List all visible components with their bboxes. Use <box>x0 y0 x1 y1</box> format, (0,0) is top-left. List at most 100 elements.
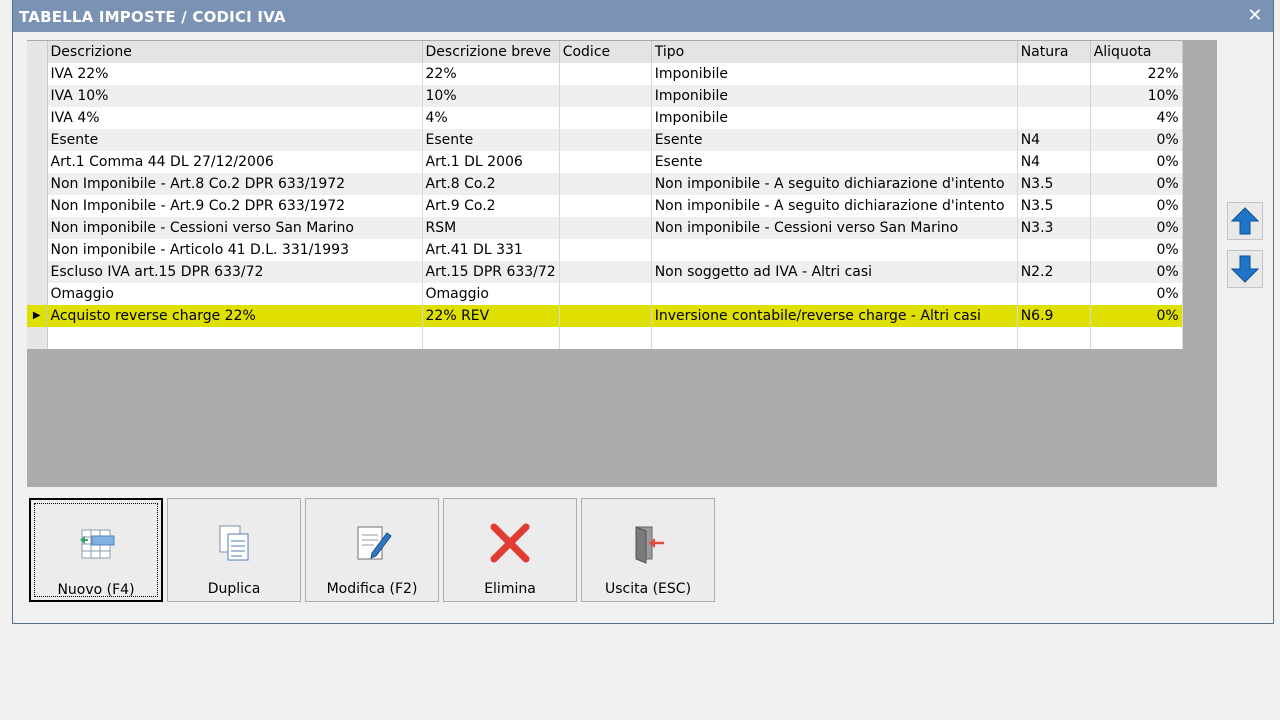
table-row[interactable]: IVA 4% 4% Imponibile 4% <box>27 107 1183 129</box>
cell-codice[interactable] <box>559 283 652 305</box>
cell-aliquota[interactable]: 0% <box>1090 305 1183 327</box>
cell-aliquota[interactable]: 10% <box>1090 85 1183 107</box>
table-row[interactable]: IVA 22% 22% Imponibile 22% <box>27 63 1183 85</box>
cell-descrizione-breve[interactable]: Art.41 DL 331 <box>422 239 560 261</box>
edit-button[interactable]: Modifica (F2) <box>305 498 439 602</box>
table-row[interactable] <box>27 327 1183 349</box>
cell-codice[interactable] <box>559 327 652 349</box>
row-selector[interactable] <box>27 85 48 107</box>
cell-aliquota[interactable]: 0% <box>1090 239 1183 261</box>
cell-descrizione-breve[interactable]: 22% REV <box>422 305 560 327</box>
cell-descrizione[interactable]: Omaggio <box>47 283 423 305</box>
cell-natura[interactable] <box>1017 85 1091 107</box>
row-selector[interactable] <box>27 195 48 217</box>
close-icon[interactable]: ✕ <box>1243 4 1267 28</box>
column-header-aliquota[interactable]: Aliquota <box>1090 41 1183 63</box>
cell-tipo[interactable] <box>651 283 1018 305</box>
table-row[interactable]: IVA 10% 10% Imponibile 10% <box>27 85 1183 107</box>
cell-descrizione[interactable]: Art.1 Comma 44 DL 27/12/2006 <box>47 151 423 173</box>
cell-descrizione-breve[interactable]: Art.15 DPR 633/72 <box>422 261 560 283</box>
cell-tipo[interactable]: Non imponibile - A seguito dichiarazione… <box>651 195 1018 217</box>
cell-descrizione[interactable]: IVA 22% <box>47 63 423 85</box>
cell-tipo[interactable] <box>651 327 1018 349</box>
row-selector[interactable] <box>27 261 48 283</box>
cell-codice[interactable] <box>559 151 652 173</box>
cell-descrizione-breve[interactable]: 10% <box>422 85 560 107</box>
row-selector[interactable] <box>27 173 48 195</box>
cell-natura[interactable]: N3.3 <box>1017 217 1091 239</box>
cell-descrizione-breve[interactable]: Art.8 Co.2 <box>422 173 560 195</box>
cell-tipo[interactable] <box>651 239 1018 261</box>
cell-descrizione[interactable] <box>47 327 423 349</box>
cell-descrizione[interactable]: IVA 4% <box>47 107 423 129</box>
cell-codice[interactable] <box>559 195 652 217</box>
row-selector[interactable]: ▶ <box>27 305 48 327</box>
column-header-descrizione-breve[interactable]: Descrizione breve <box>422 41 560 63</box>
cell-codice[interactable] <box>559 305 652 327</box>
cell-tipo[interactable]: Esente <box>651 151 1018 173</box>
cell-descrizione-breve[interactable]: Art.1 DL 2006 <box>422 151 560 173</box>
cell-descrizione-breve[interactable]: 4% <box>422 107 560 129</box>
cell-natura[interactable] <box>1017 63 1091 85</box>
cell-codice[interactable] <box>559 129 652 151</box>
cell-tipo[interactable]: Non imponibile - A seguito dichiarazione… <box>651 173 1018 195</box>
cell-descrizione[interactable]: Escluso IVA art.15 DPR 633/72 <box>47 261 423 283</box>
cell-descrizione[interactable]: Non Imponibile - Art.8 Co.2 DPR 633/1972 <box>47 173 423 195</box>
table-row[interactable]: Art.1 Comma 44 DL 27/12/2006 Art.1 DL 200… <box>27 151 1183 173</box>
cell-codice[interactable] <box>559 261 652 283</box>
new-button[interactable]: Nuovo (F4) <box>29 498 163 602</box>
cell-natura[interactable] <box>1017 107 1091 129</box>
cell-natura[interactable]: N3.5 <box>1017 173 1091 195</box>
table-row[interactable]: Escluso IVA art.15 DPR 633/72 Art.15 DPR … <box>27 261 1183 283</box>
move-down-button[interactable] <box>1227 250 1263 288</box>
cell-codice[interactable] <box>559 63 652 85</box>
row-selector[interactable] <box>27 151 48 173</box>
cell-natura[interactable]: N3.5 <box>1017 195 1091 217</box>
cell-tipo[interactable]: Imponibile <box>651 107 1018 129</box>
cell-tipo[interactable]: Non imponibile - Cessioni verso San Mari… <box>651 217 1018 239</box>
row-selector[interactable] <box>27 217 48 239</box>
cell-natura[interactable]: N2.2 <box>1017 261 1091 283</box>
row-selector[interactable] <box>27 63 48 85</box>
row-selector[interactable] <box>27 283 48 305</box>
cell-tipo[interactable]: Imponibile <box>651 63 1018 85</box>
cell-aliquota[interactable]: 0% <box>1090 217 1183 239</box>
cell-descrizione[interactable]: IVA 10% <box>47 85 423 107</box>
row-selector[interactable] <box>27 239 48 261</box>
cell-tipo[interactable]: Non soggetto ad IVA - Altri casi <box>651 261 1018 283</box>
table-row[interactable]: Non imponibile - Articolo 41 D.L. 331/19… <box>27 239 1183 261</box>
cell-tipo[interactable]: Esente <box>651 129 1018 151</box>
cell-natura[interactable]: N6.9 <box>1017 305 1091 327</box>
row-selector[interactable] <box>27 107 48 129</box>
cell-descrizione-breve[interactable]: Esente <box>422 129 560 151</box>
cell-aliquota[interactable]: 0% <box>1090 129 1183 151</box>
cell-tipo[interactable]: Imponibile <box>651 85 1018 107</box>
cell-descrizione-breve[interactable]: 22% <box>422 63 560 85</box>
table-row[interactable]: Non Imponibile - Art.8 Co.2 DPR 633/1972… <box>27 173 1183 195</box>
duplicate-button[interactable]: Duplica <box>167 498 301 602</box>
cell-descrizione-breve[interactable] <box>422 327 560 349</box>
cell-aliquota[interactable]: 0% <box>1090 261 1183 283</box>
table-row[interactable]: Non imponibile - Cessioni verso San Mari… <box>27 217 1183 239</box>
row-selector[interactable] <box>27 129 48 151</box>
move-up-button[interactable] <box>1227 202 1263 240</box>
cell-natura[interactable]: N4 <box>1017 129 1091 151</box>
column-header-tipo[interactable]: Tipo <box>651 41 1018 63</box>
table-row[interactable]: Esente Esente Esente N4 0% <box>27 129 1183 151</box>
cell-aliquota[interactable]: 0% <box>1090 195 1183 217</box>
cell-descrizione[interactable]: Non imponibile - Articolo 41 D.L. 331/19… <box>47 239 423 261</box>
delete-button[interactable]: Elimina <box>443 498 577 602</box>
cell-natura[interactable] <box>1017 239 1091 261</box>
exit-button[interactable]: Uscita (ESC) <box>581 498 715 602</box>
cell-aliquota[interactable]: 4% <box>1090 107 1183 129</box>
cell-descrizione[interactable]: Non imponibile - Cessioni verso San Mari… <box>47 217 423 239</box>
cell-natura[interactable] <box>1017 283 1091 305</box>
cell-descrizione[interactable]: Non Imponibile - Art.9 Co.2 DPR 633/1972 <box>47 195 423 217</box>
cell-natura[interactable] <box>1017 327 1091 349</box>
cell-codice[interactable] <box>559 85 652 107</box>
column-header-natura[interactable]: Natura <box>1017 41 1091 63</box>
row-selector[interactable] <box>27 327 48 349</box>
cell-descrizione-breve[interactable]: Omaggio <box>422 283 560 305</box>
column-header-descrizione[interactable]: Descrizione <box>47 41 423 63</box>
cell-aliquota[interactable]: 0% <box>1090 173 1183 195</box>
